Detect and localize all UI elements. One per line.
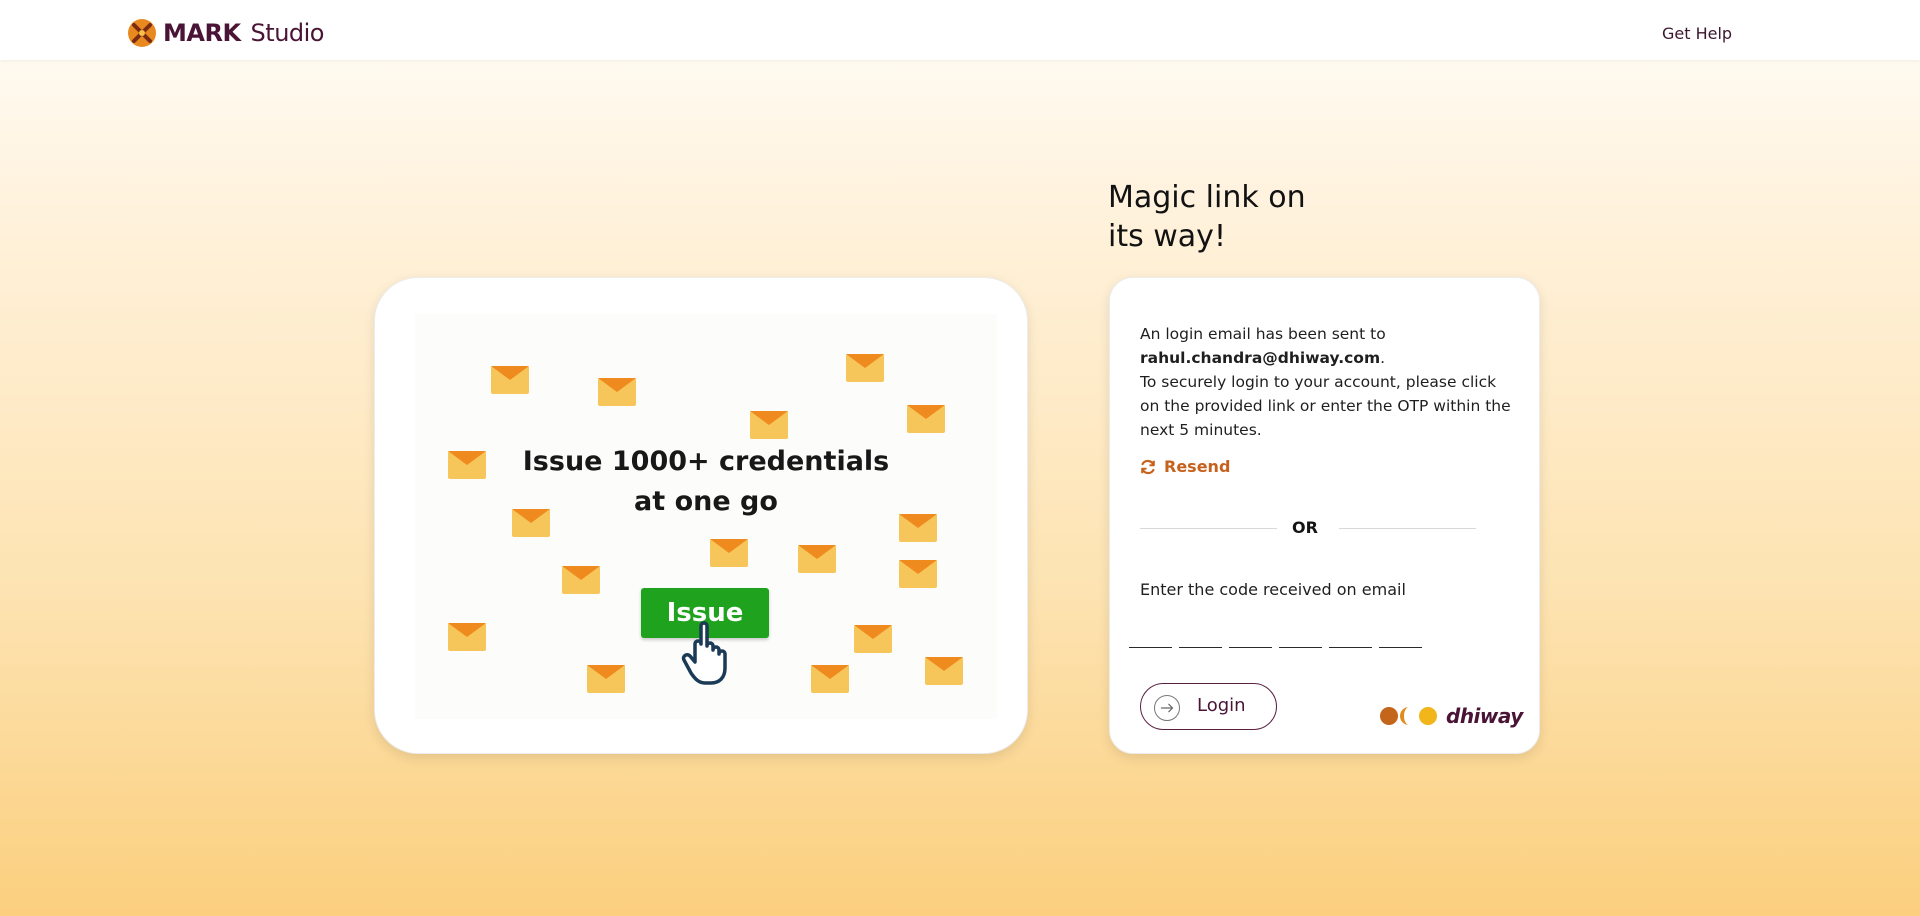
envelope-icon (587, 665, 625, 693)
envelope-icon (598, 378, 636, 406)
promo-card: Issue 1000+ credentials at one go Issue (374, 277, 1028, 754)
otp-input-group (1129, 622, 1422, 648)
envelope-icon (811, 665, 849, 693)
otp-digit-3[interactable] (1229, 622, 1272, 648)
envelope-icon (907, 405, 945, 433)
envelope-icon (798, 545, 836, 573)
resend-label: Resend (1164, 457, 1231, 476)
envelope-icon (491, 366, 529, 394)
get-help-link[interactable]: Get Help (1662, 24, 1732, 43)
promo-heading: Issue 1000+ credentials at one go (415, 442, 997, 522)
page-title: Magic link on its way! (1108, 178, 1368, 256)
dhiway-logo: dhiway (1380, 704, 1523, 728)
page-title-line2: its way! (1108, 219, 1226, 254)
envelope-icon (562, 566, 600, 594)
otp-label: Enter the code received on email (1140, 580, 1406, 599)
refresh-icon (1141, 459, 1155, 474)
or-label: OR (1292, 518, 1318, 537)
brand-name-bold: MARK (163, 19, 241, 47)
arrow-right-icon (1154, 695, 1180, 721)
envelope-icon (750, 411, 788, 439)
login-card: An login email has been sent to rahul.ch… (1109, 277, 1540, 754)
envelope-icon (448, 623, 486, 651)
mark-logo-icon (128, 19, 156, 47)
promo-heading-line2: at one go (634, 486, 778, 517)
brand-logo-link[interactable]: MARK Studio (127, 18, 325, 48)
message-suffix: . (1380, 349, 1386, 367)
top-navbar: MARK Studio Get Help (0, 0, 1920, 60)
login-message: An login email has been sent to rahul.ch… (1140, 322, 1520, 442)
login-button[interactable]: Login (1140, 683, 1277, 730)
promo-heading-line1: Issue 1000+ credentials (522, 446, 890, 477)
divider-line-right (1339, 528, 1476, 529)
otp-digit-2[interactable] (1179, 622, 1222, 648)
envelope-icon (925, 657, 963, 685)
envelope-icon (710, 539, 748, 567)
otp-digit-6[interactable] (1379, 622, 1422, 648)
otp-digit-4[interactable] (1279, 622, 1322, 648)
message-body: To securely login to your account, pleas… (1140, 373, 1511, 439)
promo-illustration: Issue 1000+ credentials at one go Issue (415, 314, 997, 719)
dhiway-dots-icon (1380, 707, 1437, 725)
envelope-icon (854, 625, 892, 653)
login-label: Login (1197, 695, 1246, 716)
brand-name-light: Studio (250, 19, 325, 47)
otp-digit-1[interactable] (1129, 622, 1172, 648)
message-prefix: An login email has been sent to (1140, 325, 1386, 343)
otp-digit-5[interactable] (1329, 622, 1372, 648)
page-title-line1: Magic link on (1108, 180, 1306, 215)
pointer-hand-icon (681, 621, 727, 685)
dhiway-logo-text: dhiway (1446, 704, 1523, 728)
or-divider: OR (1140, 516, 1476, 540)
envelope-icon (899, 560, 937, 588)
envelope-icon (846, 354, 884, 382)
divider-line-left (1140, 528, 1277, 529)
recipient-email: rahul.chandra@dhiway.com (1140, 349, 1381, 367)
resend-button[interactable]: Resend (1140, 457, 1230, 476)
